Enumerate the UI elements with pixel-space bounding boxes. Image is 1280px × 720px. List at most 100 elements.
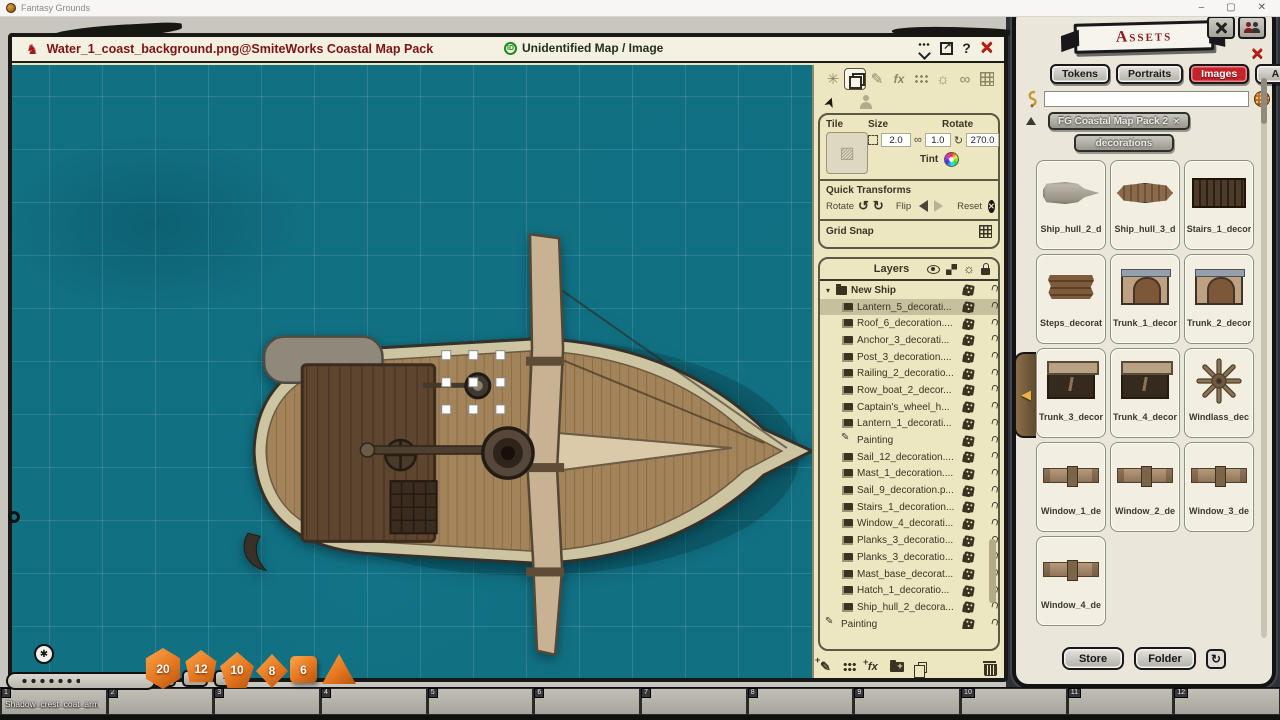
hotbar-slot[interactable]: 8 [747, 688, 854, 715]
asset-card[interactable]: Window_1_de [1036, 442, 1106, 532]
layer-die-pointer-icon[interactable] [963, 568, 975, 580]
layers-tool-icon[interactable] [844, 68, 866, 90]
link-icon[interactable]: ∞ [914, 134, 922, 146]
die[interactable]: 20 [144, 648, 182, 689]
asset-card[interactable]: Steps_decorat [1036, 254, 1106, 344]
map-titlebar[interactable]: ♞ Water_1_coast_background.png@SmiteWork… [12, 37, 1004, 63]
flip-horizontal-icon[interactable] [919, 200, 928, 212]
die[interactable]: 10 [220, 652, 254, 688]
size-width-input[interactable] [881, 133, 911, 147]
popout-window-icon[interactable] [940, 42, 953, 55]
layer-die-pointer-icon[interactable] [963, 368, 975, 380]
sidebar-collapse-tab[interactable]: ◀ [1014, 352, 1036, 438]
assets-scrollbar[interactable] [1261, 78, 1267, 638]
asset-card[interactable]: Trunk_1_decor [1110, 254, 1180, 344]
select-cursor-icon[interactable]: ➤ [820, 94, 840, 111]
die[interactable]: 12 [183, 650, 219, 688]
asset-card[interactable]: Trunk_3_decor [1036, 348, 1106, 438]
layer-row[interactable]: ▾ Captain's_wheel_h... [820, 399, 998, 416]
layer-row[interactable]: ▾ Anchor_3_decorati... [820, 332, 998, 349]
flip-vertical-icon[interactable] [934, 200, 943, 212]
layer-die-pointer-icon[interactable] [963, 285, 975, 297]
asset-card[interactable]: Ship_hull_3_d [1110, 160, 1180, 250]
layer-die-pointer-icon[interactable] [963, 585, 975, 597]
hotbar-slot[interactable]: 11 [1067, 688, 1174, 715]
asset-card[interactable]: Window_2_de [1110, 442, 1180, 532]
layer-die-pointer-icon[interactable] [963, 301, 975, 313]
folder-button[interactable]: Folder [1134, 647, 1196, 670]
layer-row[interactable]: ▾ Roof_6_decoration.... [820, 315, 998, 332]
layer-row[interactable]: ▾ Window_4_decorati... [820, 516, 998, 533]
die[interactable]: 8 [256, 654, 288, 688]
layer-die-pointer-icon[interactable] [963, 485, 975, 497]
layer-row[interactable]: ▾ Lantern_1_decorati... [820, 416, 998, 433]
party-sheet-button[interactable] [1238, 16, 1266, 39]
layer-row[interactable]: ▾ Planks_3_decoratio... [820, 532, 998, 549]
asset-card[interactable]: Window_4_de [1036, 536, 1106, 626]
lighting-visibility-icon[interactable]: ☼ [963, 263, 975, 275]
new-layer-folder-icon[interactable] [890, 662, 904, 672]
layer-die-pointer-icon[interactable] [963, 451, 975, 463]
lock-all-icon[interactable] [981, 268, 990, 275]
layer-die-pointer-icon[interactable] [963, 335, 975, 347]
assets-tab[interactable]: All [1255, 64, 1280, 84]
hotbar-slot[interactable]: 9 [853, 688, 960, 715]
hotbar-slot[interactable]: 1 Shadow_crest_coat_arm [0, 688, 107, 715]
folder-breadcrumb-button[interactable]: decorations [1074, 134, 1174, 152]
layer-row[interactable]: ▾ Railing_2_decoratio... [820, 365, 998, 382]
layer-die-pointer-icon[interactable] [963, 468, 975, 480]
reset-transform-icon[interactable]: ✕ [988, 200, 995, 213]
minimize-button[interactable]: – [1199, 3, 1205, 13]
asset-card[interactable]: Window_3_de [1184, 442, 1254, 532]
help-icon[interactable]: ? [962, 40, 971, 56]
layer-die-pointer-icon[interactable] [963, 602, 975, 614]
mask-visibility-icon[interactable] [946, 264, 957, 275]
draw-tool-icon[interactable]: ✎ [866, 68, 888, 90]
token-placement-icon[interactable] [860, 95, 872, 109]
refresh-icon[interactable]: ↻ [1206, 649, 1226, 669]
tile-thumbnail[interactable]: ▨ [826, 132, 868, 174]
module-remove-icon[interactable]: ✕ [1173, 117, 1180, 126]
tint-color-wheel[interactable] [944, 152, 959, 167]
layer-row[interactable]: ▾ Stairs_1_decoration... [820, 499, 998, 516]
die[interactable]: 6 [290, 656, 317, 683]
radial-menu-button[interactable]: ✱ [34, 644, 54, 664]
asset-card[interactable]: Stairs_1_decor [1184, 160, 1254, 250]
layer-die-pointer-icon[interactable] [963, 385, 975, 397]
layer-row[interactable]: ▾ Post_3_decoration.... [820, 349, 998, 366]
asset-search-input[interactable] [1044, 91, 1249, 107]
asset-card[interactable]: Trunk_4_decor [1110, 348, 1180, 438]
grid-tool-icon[interactable] [976, 68, 998, 90]
lighting-tool-icon[interactable]: ☼ [932, 68, 954, 90]
layer-row[interactable]: ▾ Hatch_1_decoratio... [820, 582, 998, 599]
add-drawing-layer-icon[interactable]: +✎ [820, 659, 831, 675]
die[interactable] [322, 654, 356, 684]
layer-die-pointer-icon[interactable] [963, 351, 975, 363]
asset-card[interactable]: Trunk_2_decor [1184, 254, 1254, 344]
layers-scrollbar[interactable] [989, 539, 996, 603]
module-breadcrumb-button[interactable]: FG Coastal Map Pack 2 ✕ [1048, 112, 1190, 130]
hotbar-slot[interactable]: 7 [640, 688, 747, 715]
layer-row[interactable]: ▾ Painting [820, 432, 998, 449]
layer-die-pointer-icon[interactable] [963, 501, 975, 513]
layer-row[interactable]: ▾ Ship_hull_2_decora... [820, 599, 998, 616]
layer-row[interactable]: ▾ Sail_9_decoration.p... [820, 482, 998, 499]
play-mode-icon[interactable]: ✳ [822, 68, 844, 90]
assets-tab[interactable]: Portraits [1116, 64, 1183, 84]
mask-tool-icon[interactable]: ∞ [954, 68, 976, 90]
layer-row[interactable]: ▾ New Ship [820, 282, 998, 299]
stamps-tool-icon[interactable] [910, 68, 932, 90]
dice-tower-button[interactable] [1207, 16, 1235, 39]
add-fx-layer-icon[interactable]: +fx [868, 661, 878, 673]
delete-layer-icon[interactable] [983, 661, 996, 674]
layer-die-pointer-icon[interactable] [963, 401, 975, 413]
layer-die-pointer-icon[interactable] [963, 518, 975, 530]
layer-die-pointer-icon[interactable] [963, 318, 975, 330]
os-close-button[interactable]: ✕ [1258, 3, 1266, 13]
close-map-icon[interactable]: ✕ [980, 40, 994, 56]
layer-row[interactable]: ▾ Row_boat_2_decor... [820, 382, 998, 399]
asset-card[interactable]: Windlass_dec [1184, 348, 1254, 438]
shrink-window-icon[interactable] [917, 41, 931, 55]
layer-die-pointer-icon[interactable] [963, 418, 975, 430]
hotbar-slot[interactable]: 6 [533, 688, 640, 715]
